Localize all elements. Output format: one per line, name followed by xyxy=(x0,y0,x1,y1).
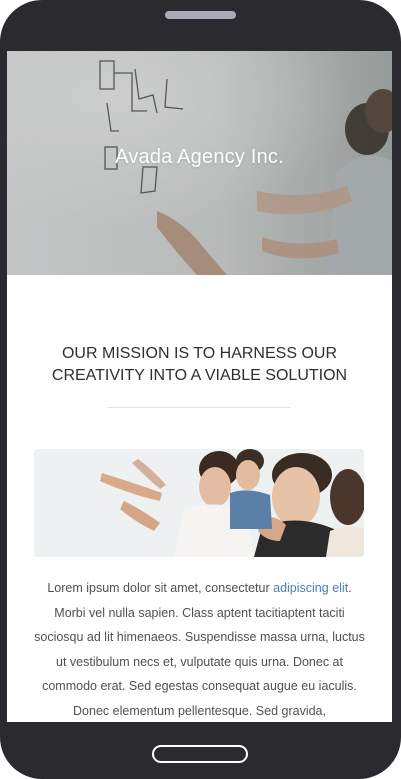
body-text-rest: . Morbi vel nulla sapien. Class aptent t… xyxy=(34,581,365,718)
section-divider xyxy=(108,407,291,408)
body-text-start: Lorem ipsum dolor sit amet, consectetur xyxy=(47,581,274,595)
home-button[interactable] xyxy=(152,745,248,763)
team-photo-illustration xyxy=(34,449,364,557)
team-photo xyxy=(34,449,364,557)
speaker-icon xyxy=(165,11,236,19)
phone-frame: Avada Agency Inc. OUR MISSION IS TO HARN… xyxy=(0,0,401,779)
hero-banner: Avada Agency Inc. xyxy=(7,51,392,275)
adipiscing-link[interactable]: adipiscing elit xyxy=(273,581,348,595)
mission-heading-line-1: OUR MISSION IS TO HARNESS OUR xyxy=(61,345,337,362)
phone-screen: Avada Agency Inc. OUR MISSION IS TO HARN… xyxy=(7,51,392,722)
mission-heading-line-2: CREATIVITY INTO A VIABLE SOLUTION xyxy=(51,367,348,384)
body-paragraph: Lorem ipsum dolor sit amet, consectetur … xyxy=(31,576,368,722)
mission-heading: OUR MISSION IS TO HARNESS OUR CREATIVITY… xyxy=(39,343,360,387)
hero-title: Avada Agency Inc. xyxy=(115,146,284,168)
